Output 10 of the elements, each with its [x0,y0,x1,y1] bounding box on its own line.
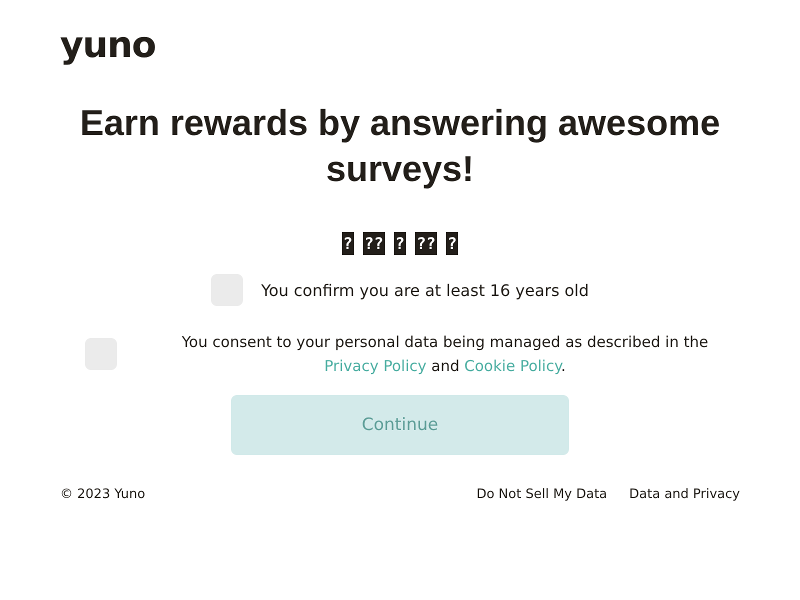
privacy-policy-link[interactable]: Privacy Policy [324,357,426,375]
copyright-text: © 2023 Yuno [60,487,146,502]
logo: yuno [60,24,156,68]
headline: Earn rewards by answering awesome surveys! [78,101,722,191]
cookie-policy-link[interactable]: Cookie Policy [464,357,561,375]
unrendered-text: ? ?? ? ?? ? [342,232,458,256]
consent-text: You consent to your personal data being managed as described in the Privacy Policy and Cookie Policy. [180,332,710,377]
footer-link[interactable]: Data and Privacy [629,487,740,502]
footer-link[interactable]: Do Not Sell My Data [476,487,608,502]
consent-text: You confirm you are at least 16 years old [261,280,589,300]
